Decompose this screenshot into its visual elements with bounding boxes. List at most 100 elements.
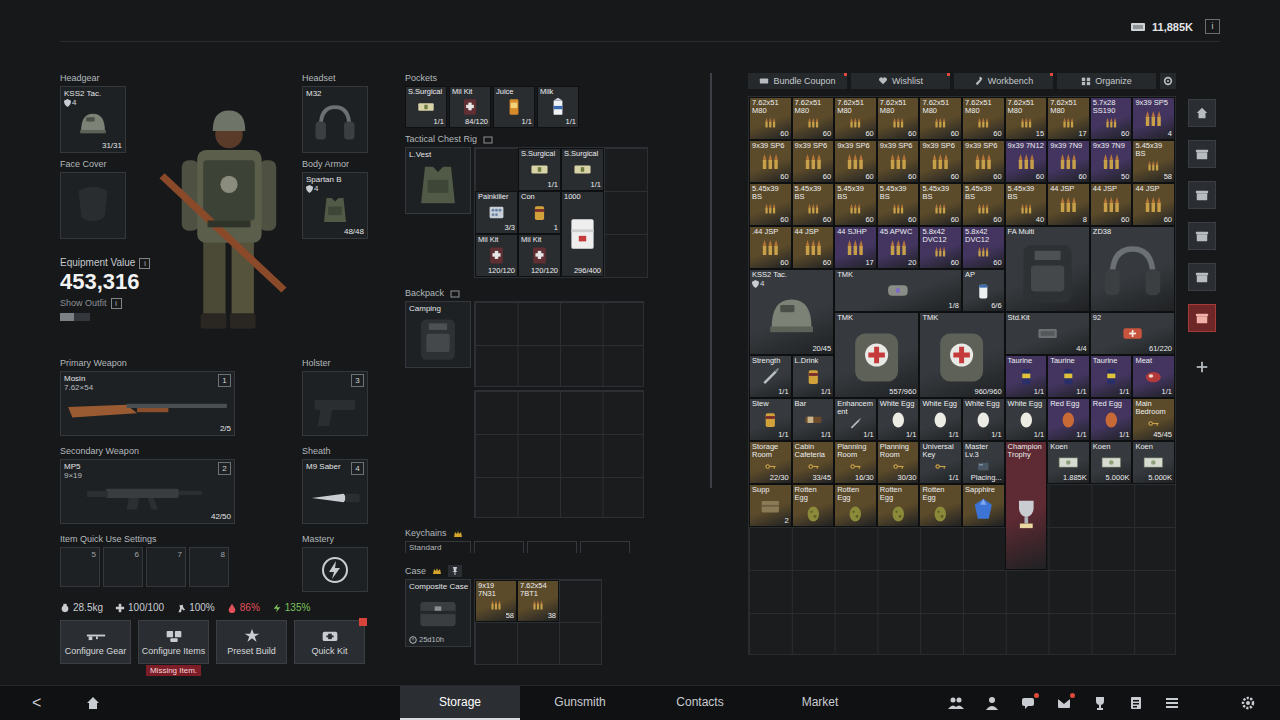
storage-settings-button[interactable] (1160, 73, 1176, 89)
storage-item[interactable]: ZD38 (1090, 226, 1175, 312)
storage-item[interactable]: 9261/220 (1090, 312, 1175, 355)
nav-tab[interactable]: Market (760, 686, 880, 720)
storage-item[interactable]: 9x39 7N960 (1047, 140, 1090, 183)
action-button[interactable]: Preset Build (216, 620, 287, 664)
nav-icon-button[interactable] (1164, 695, 1180, 711)
storage-item[interactable]: 45 APWC20 (877, 226, 920, 269)
storage-item[interactable]: TMK557/960 (834, 312, 919, 398)
storage-item[interactable]: 44 JSP60 (1090, 183, 1133, 226)
storage-item[interactable]: Meat1/1 (1132, 355, 1175, 398)
case-item[interactable]: 9x19 7N3158 (475, 580, 517, 622)
home-icon[interactable] (85, 695, 101, 711)
storage-item[interactable]: White Egg1/1 (962, 398, 1005, 441)
sidebar-button[interactable] (1188, 99, 1216, 127)
storage-item[interactable]: TMK960/960 (919, 312, 1004, 398)
storage-item[interactable]: 7.62x51 M8060 (962, 97, 1005, 140)
storage-item[interactable]: 5.45x39 BS60 (962, 183, 1005, 226)
nav-tab[interactable]: Gunsmith (520, 686, 640, 720)
quick-use-slot[interactable]: 6 (103, 547, 143, 587)
storage-item[interactable]: 7.62x51 M8060 (877, 97, 920, 140)
gear-icon[interactable] (1240, 695, 1256, 711)
currency-info-button[interactable]: i (1205, 19, 1220, 34)
nav-icon-button[interactable] (1020, 695, 1036, 711)
storage-item[interactable]: 7.62x51 M8060 (792, 97, 835, 140)
storage-item[interactable]: Storage Room22/30 (749, 441, 792, 484)
nav-icon-button[interactable] (948, 695, 964, 711)
storage-tab[interactable]: Organize (1057, 73, 1156, 89)
scrollbar[interactable] (710, 73, 712, 488)
holster-slot[interactable]: 3 (302, 371, 368, 436)
storage-item[interactable]: Red Egg1/1 (1047, 398, 1090, 441)
storage-item[interactable]: Rotten Egg (919, 484, 962, 527)
storage-item[interactable]: 9x39 SP660 (792, 140, 835, 183)
storage-item[interactable]: Taurine1/1 (1047, 355, 1090, 398)
headgear-slot[interactable]: KSS2 Tac.431/31 (60, 86, 126, 153)
storage-item[interactable]: Koen1.885K (1047, 441, 1090, 484)
storage-item[interactable]: 5.45x39 BS60 (792, 183, 835, 226)
storage-item[interactable]: Champion Trophy (1005, 441, 1048, 570)
storage-item[interactable]: White Egg1/1 (919, 398, 962, 441)
body-armor-slot[interactable]: Spartan B448/48 (302, 172, 368, 239)
quick-use-slot[interactable]: 7 (146, 547, 186, 587)
pocket-item[interactable]: Juice1/1 (493, 86, 535, 128)
headset-slot[interactable]: M32 (302, 86, 368, 153)
storage-item[interactable]: 5.45x39 BS40 (1005, 183, 1048, 226)
backpack-slot[interactable]: Camping (405, 301, 471, 368)
storage-item[interactable]: 5.45x39 BS60 (834, 183, 877, 226)
storage-item[interactable]: 9x39 7N1260 (1005, 140, 1048, 183)
sidebar-button[interactable] (1188, 140, 1216, 168)
storage-item[interactable]: Std.Kit4/4 (1005, 312, 1090, 355)
storage-item[interactable]: 5.8x42 DVC1260 (962, 226, 1005, 269)
storage-item[interactable]: 5.7x28 SS19060 (1090, 97, 1133, 140)
secondary-weapon-slot[interactable]: MP59×19242/50 (60, 459, 235, 524)
storage-item[interactable]: 9x39 SP660 (919, 140, 962, 183)
action-button[interactable]: Quick Kit (294, 620, 365, 664)
nav-icon-button[interactable] (1128, 695, 1144, 711)
storage-item[interactable]: Stew1/1 (749, 398, 792, 441)
rig-item[interactable]: Painkiller3/3 (475, 191, 518, 234)
sheath-slot[interactable]: M9 Saber4 (302, 459, 368, 524)
action-button[interactable]: Configure Items (138, 620, 209, 664)
storage-item[interactable]: Taurine1/1 (1005, 355, 1048, 398)
keychain-slot[interactable] (474, 541, 524, 553)
pocket-item[interactable]: Mil Kit84/120 (449, 86, 491, 128)
nav-tab[interactable]: Contacts (640, 686, 760, 720)
keychain-slot[interactable]: Standard (405, 541, 471, 553)
storage-item[interactable]: Rotten Egg (834, 484, 877, 527)
primary-weapon-slot[interactable]: Mosin7.62×5412/5 (60, 371, 235, 436)
show-outfit-toggle[interactable] (60, 313, 90, 321)
storage-item[interactable]: 44 JSP60 (792, 226, 835, 269)
storage-item[interactable]: 44 JSP60 (1132, 183, 1175, 226)
storage-item[interactable]: 9x39 SP660 (749, 140, 792, 183)
keychain-slot[interactable] (580, 541, 630, 553)
storage-item[interactable]: Master Lv.3Placing... (962, 441, 1005, 484)
storage-item[interactable]: 9x39 SP660 (877, 140, 920, 183)
face-cover-slot[interactable] (60, 172, 126, 239)
keychain-slot[interactable] (527, 541, 577, 553)
rig-item[interactable]: Mil Kit120/120 (518, 234, 561, 277)
storage-item[interactable]: Red Egg1/1 (1090, 398, 1133, 441)
storage-item[interactable]: White Egg1/1 (877, 398, 920, 441)
storage-item[interactable]: 9x39 SP54 (1132, 97, 1175, 140)
storage-item[interactable]: 7.62x51 M8060 (919, 97, 962, 140)
storage-item[interactable]: Enhancement1/1 (834, 398, 877, 441)
pocket-item[interactable]: S.Surgical1/1 (405, 86, 447, 128)
storage-item[interactable]: FA Multi (1005, 226, 1090, 312)
rig-item[interactable]: S.Surgical1/1 (518, 148, 561, 191)
pin-icon[interactable] (448, 565, 462, 577)
storage-item[interactable]: 5.45x39 BS58 (1132, 140, 1175, 183)
storage-item[interactable]: 7.62x51 M8060 (749, 97, 792, 140)
storage-item[interactable]: 9x39 SP660 (834, 140, 877, 183)
rig-item[interactable]: 1000296/400 (561, 191, 604, 277)
storage-item[interactable]: White Egg1/1 (1005, 398, 1048, 441)
storage-item[interactable]: 9x39 SP660 (962, 140, 1005, 183)
nav-icon-button[interactable] (1092, 695, 1108, 711)
sidebar-button[interactable] (1188, 222, 1216, 250)
rig-item[interactable]: Con1 (518, 191, 561, 234)
nav-tab[interactable]: Storage (400, 686, 520, 720)
storage-item[interactable]: Taurine1/1 (1090, 355, 1133, 398)
storage-item[interactable]: Planning Room16/30 (834, 441, 877, 484)
mastery-slot[interactable] (302, 547, 368, 592)
sidebar-button[interactable] (1188, 181, 1216, 209)
storage-item[interactable]: Sapphire (962, 484, 1005, 527)
